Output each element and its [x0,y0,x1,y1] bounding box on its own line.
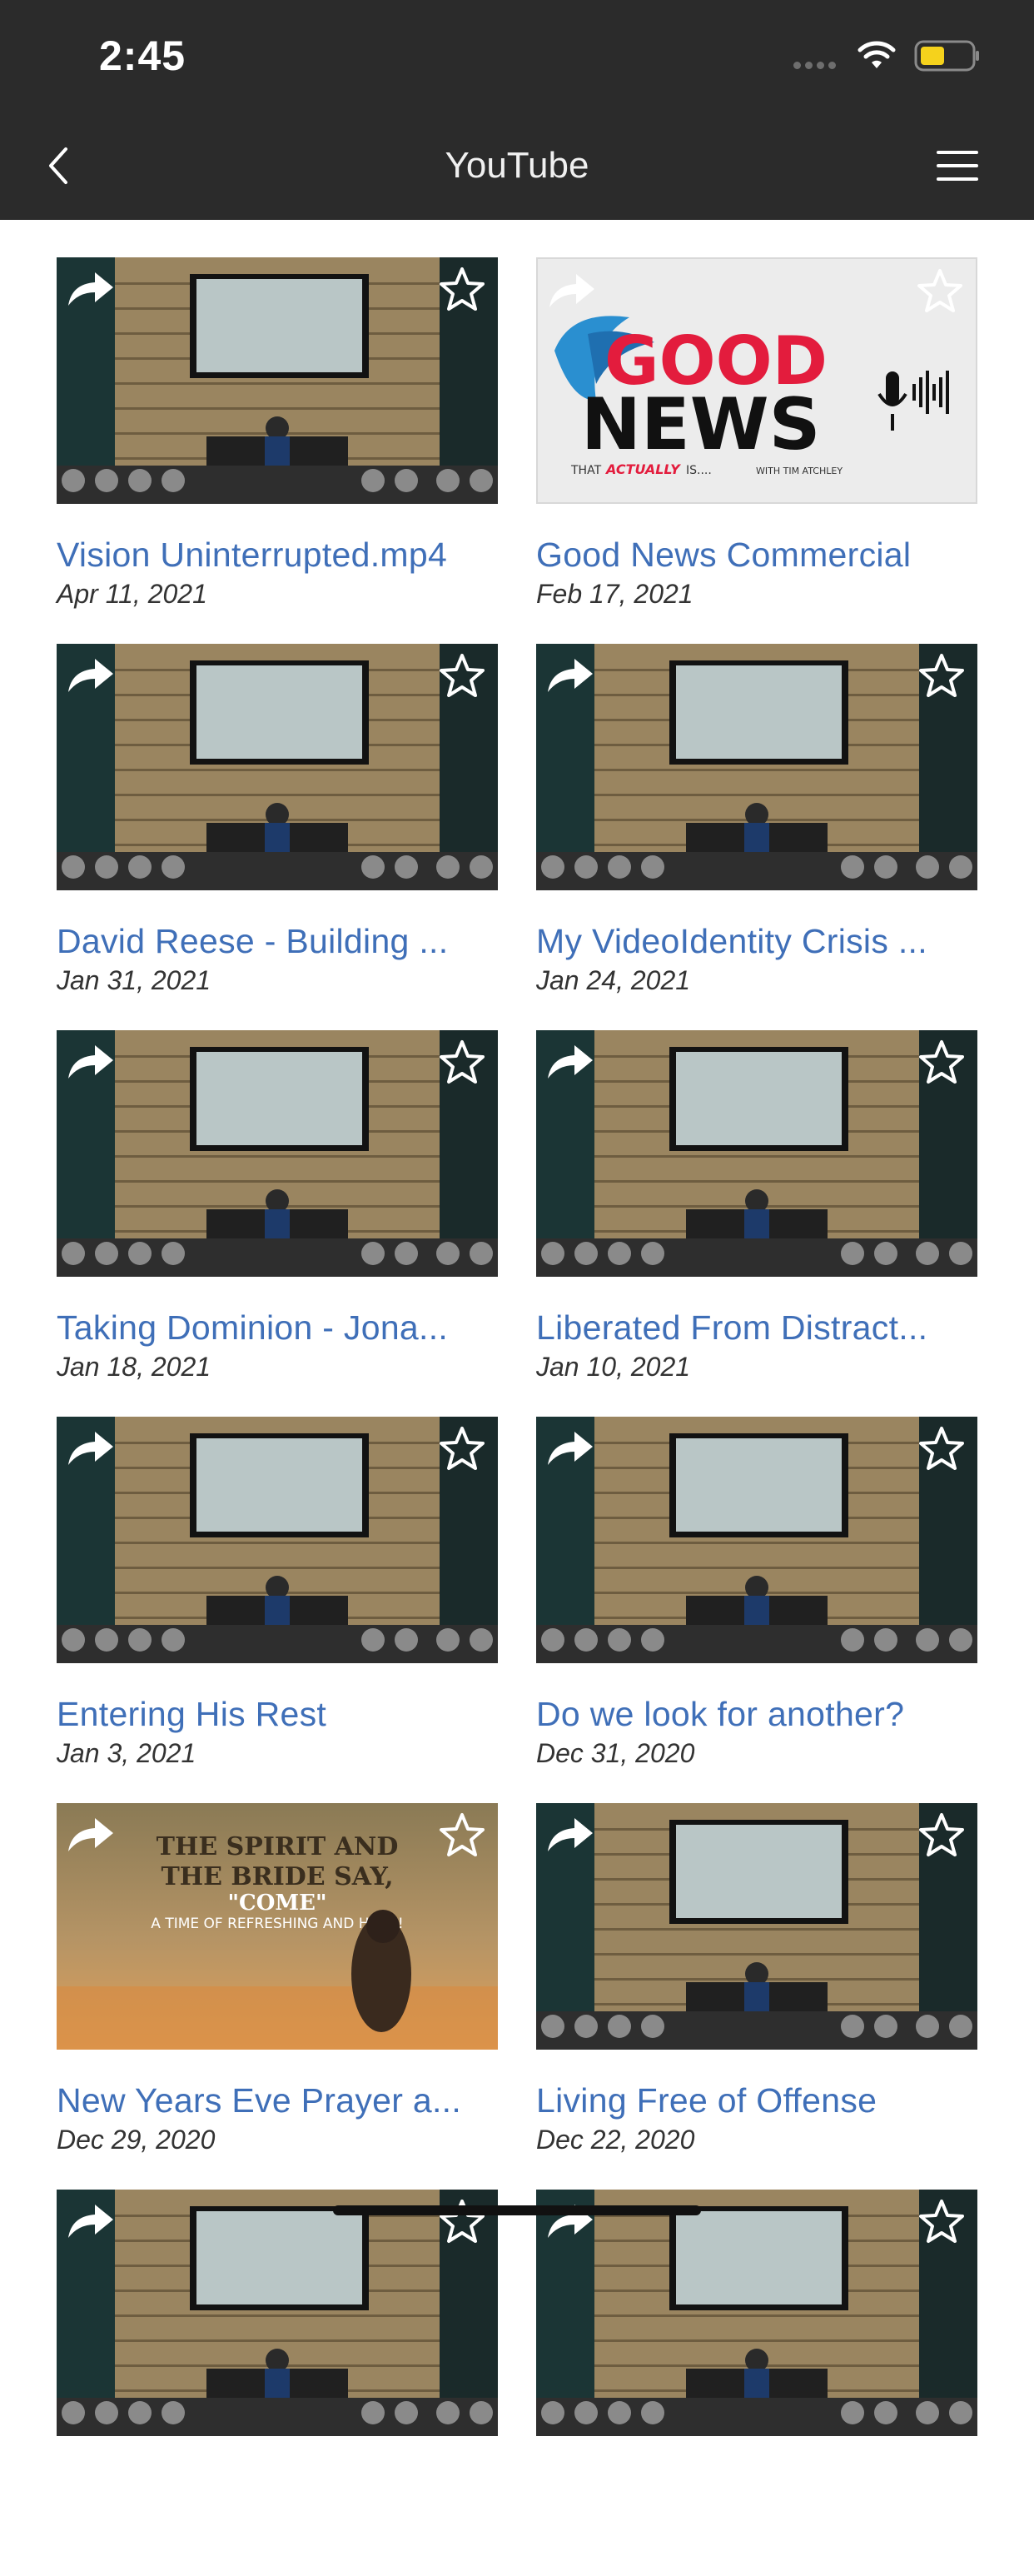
share-icon[interactable] [65,1813,117,1856]
star-icon[interactable] [438,652,486,700]
video-card[interactable]: THE SPIRIT AND THE BRIDE SAY, "COME" A T… [57,1803,498,2190]
star-icon[interactable] [438,266,486,314]
video-card[interactable]: Entering His Rest Jan 3, 2021 [57,1417,498,1803]
video-date: Jan 24, 2021 [536,965,691,995]
video-thumbnail[interactable]: GOOD NEWS THAT ACTUALLY IS.... WITH TIM … [536,257,977,504]
video-card[interactable]: Living Free of Offense Dec 22, 2020 [536,1803,977,2190]
svg-text:NEWS: NEWS [581,383,821,466]
star-icon[interactable] [917,1425,966,1473]
svg-text:"COME": "COME" [227,1891,326,1916]
video-date: Dec 31, 2020 [536,1738,695,1768]
video-thumbnail[interactable] [536,1030,977,1277]
video-thumbnail[interactable] [57,2190,498,2436]
share-icon[interactable] [544,654,596,697]
navigation-bar: YouTube [0,112,1034,220]
svg-text:ACTUALLY: ACTUALLY [604,461,681,477]
svg-text:IS....: IS.... [686,464,712,477]
video-thumbnail[interactable]: THE SPIRIT AND THE BRIDE SAY, "COME" A T… [57,1803,498,2050]
video-date: Dec 29, 2020 [57,2125,216,2155]
video-date: Jan 31, 2021 [57,965,211,995]
video-title[interactable]: Do we look for another? [536,1693,977,1735]
video-thumbnail[interactable] [57,1030,498,1277]
share-icon[interactable] [544,1813,596,1856]
video-title[interactable]: Taking Dominion - Jona... [57,1307,498,1348]
video-thumbnail[interactable] [536,1803,977,2050]
svg-text:THE BRIDE SAY,: THE BRIDE SAY, [161,1862,393,1891]
good-news-logo-image: GOOD NEWS THAT ACTUALLY IS.... WITH TIM … [538,259,976,502]
video-card[interactable]: David Reese - Building ... Jan 31, 2021 [57,644,498,1030]
star-icon[interactable] [917,1811,966,1860]
page-title: YouTube [445,145,589,186]
video-card[interactable]: Vision Uninterrupted.mp4 Apr 11, 2021 [57,257,498,644]
video-title[interactable]: Good News Commercial [536,534,977,575]
svg-text:THE SPIRIT AND: THE SPIRIT AND [157,1832,399,1861]
share-icon[interactable] [65,1427,117,1470]
video-title[interactable]: Vision Uninterrupted.mp4 [57,534,498,575]
share-icon[interactable] [544,1427,596,1470]
stage-thumbnail-image [57,1417,498,1663]
video-title[interactable]: Entering His Rest [57,1693,498,1735]
video-card[interactable]: Liberated From Distract... Jan 10, 2021 [536,1030,977,1417]
video-date: Jan 10, 2021 [536,1352,691,1382]
svg-text:THAT: THAT [570,464,602,477]
share-icon[interactable] [546,269,598,312]
poster-thumbnail-image: THE SPIRIT AND THE BRIDE SAY, "COME" A T… [57,1803,498,2050]
star-icon[interactable] [917,652,966,700]
share-icon[interactable] [65,267,117,311]
status-bar: 2:45 [0,0,1034,112]
video-thumbnail[interactable] [536,644,977,890]
star-icon[interactable] [438,1425,486,1473]
video-thumbnail[interactable] [57,257,498,504]
star-icon[interactable] [438,1039,486,1087]
stage-thumbnail-image [536,1030,977,1277]
menu-button[interactable] [924,132,991,199]
share-icon[interactable] [544,1040,596,1084]
cellular-signal-icon [793,62,836,69]
video-date: Feb 17, 2021 [536,579,693,609]
video-title[interactable]: My VideoIdentity Crisis ... [536,920,977,962]
stage-thumbnail-image [57,644,498,890]
video-title[interactable]: Living Free of Offense [536,2080,977,2121]
star-icon[interactable] [917,2198,966,2246]
star-icon[interactable] [438,1811,486,1860]
video-card[interactable]: My VideoIdentity Crisis ... Jan 24, 2021 [536,644,977,1030]
share-icon[interactable] [65,1040,117,1084]
share-icon[interactable] [65,2200,117,2243]
stage-thumbnail-image [57,1030,498,1277]
video-grid: Vision Uninterrupted.mp4 Apr 11, 2021 GO… [57,257,977,2576]
battery-icon [914,40,979,72]
stage-thumbnail-image [57,257,498,504]
video-date: Jan 3, 2021 [57,1738,196,1768]
star-icon[interactable] [916,267,964,316]
stage-thumbnail-image [536,644,977,890]
video-card[interactable] [536,2190,977,2576]
video-card[interactable] [57,2190,498,2576]
video-card[interactable]: Taking Dominion - Jona... Jan 18, 2021 [57,1030,498,1417]
stage-thumbnail-image [536,1803,977,2050]
video-title[interactable]: New Years Eve Prayer a... [57,2080,498,2121]
star-icon[interactable] [917,1039,966,1087]
stage-thumbnail-image [57,2190,498,2436]
video-thumbnail[interactable] [57,644,498,890]
stage-thumbnail-image [536,1417,977,1663]
hamburger-menu-icon [937,151,978,181]
video-date: Apr 11, 2021 [57,579,207,609]
video-title[interactable]: Liberated From Distract... [536,1307,977,1348]
status-time: 2:45 [99,32,186,79]
video-card[interactable]: GOOD NEWS THAT ACTUALLY IS.... WITH TIM … [536,257,977,644]
wifi-icon [858,41,896,68]
video-date: Dec 22, 2020 [536,2125,695,2155]
video-thumbnail[interactable] [536,1417,977,1663]
home-indicator [333,2205,701,2215]
svg-text:WITH TIM ATCHLEY: WITH TIM ATCHLEY [756,466,843,476]
video-thumbnail[interactable] [536,2190,977,2436]
video-title[interactable]: David Reese - Building ... [57,920,498,962]
video-date: Jan 18, 2021 [57,1352,211,1382]
share-icon[interactable] [65,654,117,697]
video-thumbnail[interactable] [57,1417,498,1663]
video-card[interactable]: Do we look for another? Dec 31, 2020 [536,1417,977,1803]
stage-thumbnail-image [536,2190,977,2436]
